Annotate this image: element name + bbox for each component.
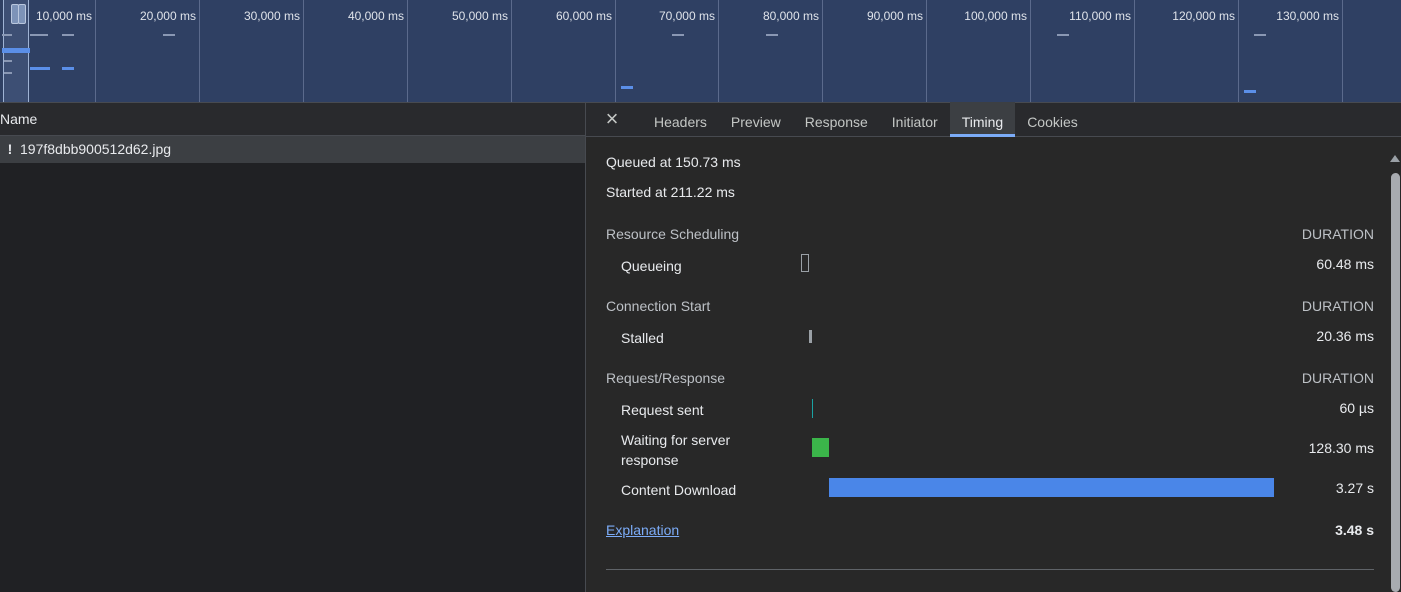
overview-mark bbox=[30, 34, 48, 36]
duration-header: DURATION bbox=[1301, 226, 1374, 242]
overview-mark bbox=[4, 72, 12, 74]
overview-tick-label: 110,000 ms bbox=[1069, 9, 1131, 23]
timing-label: Stalled bbox=[621, 330, 664, 346]
timing-footer: Explanation 3.48 s bbox=[606, 522, 1374, 538]
overview-grid-line bbox=[1342, 0, 1343, 102]
duration-header: DURATION bbox=[1301, 298, 1374, 314]
timing-row-request-sent: Request sent 60 µs bbox=[606, 395, 1374, 425]
overview-grid-line bbox=[1030, 0, 1031, 102]
overview-mark bbox=[4, 60, 12, 62]
section-title: Resource Scheduling bbox=[606, 226, 740, 242]
waiting-bar bbox=[812, 438, 829, 457]
overview-mark bbox=[1254, 34, 1266, 36]
request-sent-bar bbox=[812, 399, 813, 418]
overview-tick-label: 40,000 ms bbox=[347, 9, 404, 23]
overview-tick-label: 100,000 ms bbox=[964, 9, 1027, 23]
overview-mark bbox=[62, 67, 74, 70]
timing-label: Waiting for server response bbox=[621, 432, 731, 468]
request-name[interactable]: 197f8dbb900512d62.jpg bbox=[20, 136, 171, 163]
timing-label: Content Download bbox=[621, 482, 737, 498]
close-icon[interactable]: × bbox=[600, 106, 624, 136]
tab-headers[interactable]: Headers bbox=[642, 102, 719, 136]
timing-row-stalled: Stalled 20.36 ms bbox=[606, 323, 1374, 353]
section-connection-start: Connection Start DURATION bbox=[606, 298, 1374, 314]
section-title: Request/Response bbox=[606, 370, 726, 386]
overview-mark bbox=[2, 34, 12, 36]
request-list: Name ! 197f8dbb900512d62.jpg bbox=[0, 103, 586, 592]
overview-grid-line bbox=[95, 0, 96, 102]
content-download-bar bbox=[829, 478, 1274, 497]
overview-right-handle[interactable] bbox=[18, 4, 26, 24]
overview-mark bbox=[1057, 34, 1069, 36]
overview-tick-label: 60,000 ms bbox=[555, 9, 612, 23]
overview-tick-label: 50,000 ms bbox=[451, 9, 508, 23]
started-at-text: Started at 211.22 ms bbox=[606, 184, 735, 200]
explanation-link[interactable]: Explanation bbox=[606, 522, 679, 538]
timing-duration: 60.48 ms bbox=[1316, 256, 1374, 272]
overview-mark bbox=[30, 67, 50, 70]
overview-grid-line bbox=[199, 0, 200, 102]
tab-timing[interactable]: Timing bbox=[949, 102, 1016, 137]
timing-row-waiting: Waiting for server response 128.30 ms bbox=[606, 425, 1374, 475]
overview-tick-label: 130,000 ms bbox=[1276, 9, 1339, 23]
overview-grid-line bbox=[822, 0, 823, 102]
overview-grid-line bbox=[718, 0, 719, 102]
tab-preview[interactable]: Preview bbox=[719, 102, 793, 136]
overview-grid-line bbox=[1238, 0, 1239, 102]
tab-response[interactable]: Response bbox=[793, 102, 880, 136]
timing-label: Queueing bbox=[621, 258, 682, 274]
queueing-bar bbox=[801, 254, 809, 272]
overview-mark bbox=[672, 34, 684, 36]
queued-at-text: Queued at 150.73 ms bbox=[606, 154, 741, 170]
request-row[interactable]: ! 197f8dbb900512d62.jpg bbox=[0, 136, 585, 163]
network-overview[interactable]: 10,000 ms 20,000 ms 30,000 ms 40,000 ms 50,0… bbox=[0, 0, 1401, 103]
timing-duration: 3.27 s bbox=[1335, 480, 1374, 496]
name-column-header[interactable]: Name bbox=[0, 103, 585, 136]
timing-label: Request sent bbox=[621, 402, 704, 418]
overview-mark bbox=[2, 48, 30, 53]
details-tabbar: × Headers Preview Response Initiator Tim… bbox=[586, 102, 1401, 137]
overview-mark bbox=[621, 86, 633, 89]
scroll-up-icon[interactable] bbox=[1390, 155, 1400, 162]
total-duration: 3.48 s bbox=[1335, 522, 1374, 538]
overview-grid-line bbox=[303, 0, 304, 102]
timing-duration: 128.30 ms bbox=[1308, 440, 1374, 456]
overview-mark bbox=[1244, 90, 1256, 93]
timing-duration: 60 µs bbox=[1339, 400, 1374, 416]
timing-duration: 20.36 ms bbox=[1316, 328, 1374, 344]
overview-tick-label: 80,000 ms bbox=[762, 9, 819, 23]
timing-row-queueing: Queueing 60.48 ms bbox=[606, 251, 1374, 281]
overview-grid-line bbox=[926, 0, 927, 102]
section-title: Connection Start bbox=[606, 298, 711, 314]
overview-tick-label: 120,000 ms bbox=[1172, 9, 1235, 23]
request-details-pane: × Headers Preview Response Initiator Tim… bbox=[586, 102, 1401, 592]
overview-mark bbox=[163, 34, 175, 36]
overview-mark bbox=[62, 34, 74, 36]
overview-grid-line bbox=[407, 0, 408, 102]
section-request-response: Request/Response DURATION bbox=[606, 370, 1374, 386]
divider bbox=[606, 569, 1374, 570]
overview-tick-label: 70,000 ms bbox=[658, 9, 715, 23]
duration-header: DURATION bbox=[1301, 370, 1374, 386]
overview-grid-line bbox=[1134, 0, 1135, 102]
tab-cookies[interactable]: Cookies bbox=[1015, 102, 1090, 136]
scrollbar-thumb[interactable] bbox=[1391, 173, 1400, 592]
stalled-bar bbox=[809, 330, 812, 343]
timing-row-content-download: Content Download 3.27 s bbox=[606, 475, 1374, 505]
overview-mark bbox=[766, 34, 778, 36]
overview-grid-line bbox=[615, 0, 616, 102]
tab-initiator[interactable]: Initiator bbox=[880, 102, 950, 136]
overview-tick-label: 30,000 ms bbox=[243, 9, 300, 23]
warning-icon: ! bbox=[7, 141, 13, 157]
section-resource-scheduling: Resource Scheduling DURATION bbox=[606, 226, 1374, 242]
overview-tick-label: 20,000 ms bbox=[139, 9, 196, 23]
overview-grid-line bbox=[511, 0, 512, 102]
overview-tick-label: 90,000 ms bbox=[866, 9, 923, 23]
